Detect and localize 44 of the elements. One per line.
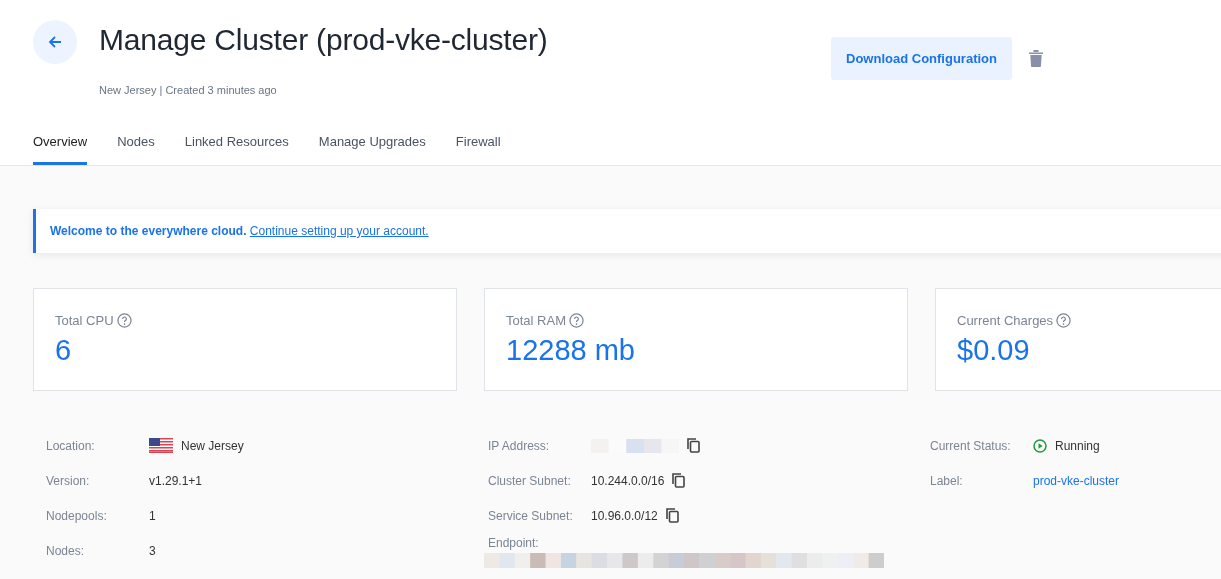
field-label: Nodes:: [46, 542, 86, 560]
field-label: Endpoint:: [488, 535, 540, 552]
stat-label: Total CPU: [55, 312, 114, 330]
field-value: 10.96.0.0/12: [591, 507, 658, 525]
field-label: IP Address:: [488, 437, 551, 455]
welcome-message: Welcome to the everywhere cloud. Continue setting up your account.: [50, 223, 429, 240]
tab[interactable]: Linked Resources: [184, 122, 289, 165]
label-link[interactable]: prod-vke-cluster: [1033, 471, 1120, 490]
back-button[interactable]: [33, 20, 77, 64]
stat-label: Total RAM: [506, 312, 566, 330]
field-value: 10.244.0.0/16: [591, 472, 665, 490]
copy-icon[interactable]: [665, 508, 679, 523]
help-icon[interactable]: [568, 313, 584, 329]
stat-value: $0.09: [957, 332, 1031, 368]
page-subtitle: New Jersey | Created 3 minutes ago: [99, 83, 278, 98]
download-configuration-button[interactable]: Download Configuration: [831, 37, 1012, 80]
field-value: v1.29.1+1: [149, 472, 203, 490]
field-label: Cluster Subnet:: [488, 472, 572, 490]
field-label: Service Subnet:: [488, 507, 574, 525]
trash-icon[interactable]: [1029, 50, 1043, 67]
help-icon[interactable]: [116, 313, 132, 329]
copy-icon[interactable]: [687, 438, 700, 453]
flag-icon: [149, 438, 173, 453]
stat-label: Current Charges: [957, 312, 1054, 330]
page-title: Manage Cluster (prod-vke-cluster): [99, 22, 549, 58]
field-value: 3: [149, 542, 156, 560]
field-value: 1: [149, 507, 156, 525]
field-label: Current Status:: [930, 437, 1012, 455]
tab[interactable]: Nodes: [117, 122, 155, 165]
setup-account-link[interactable]: Continue setting up your account.: [249, 224, 429, 238]
help-icon[interactable]: [1056, 313, 1072, 329]
tab[interactable]: Manage Upgrades: [318, 122, 426, 165]
stat-value: 12288 mb: [506, 332, 636, 368]
field-label: Location:: [46, 437, 96, 455]
stat-value: 6: [55, 332, 73, 368]
running-status-icon: [1033, 438, 1047, 453]
field-value: New Jersey: [181, 437, 244, 455]
back-arrow-icon: [47, 34, 63, 50]
field-label: Label:: [930, 472, 964, 490]
copy-icon[interactable]: [672, 473, 686, 488]
tab[interactable]: Firewall: [455, 122, 501, 165]
field-label: Version:: [46, 472, 91, 490]
status-text: Running: [1055, 437, 1100, 455]
field-label: Nodepools:: [46, 507, 108, 525]
